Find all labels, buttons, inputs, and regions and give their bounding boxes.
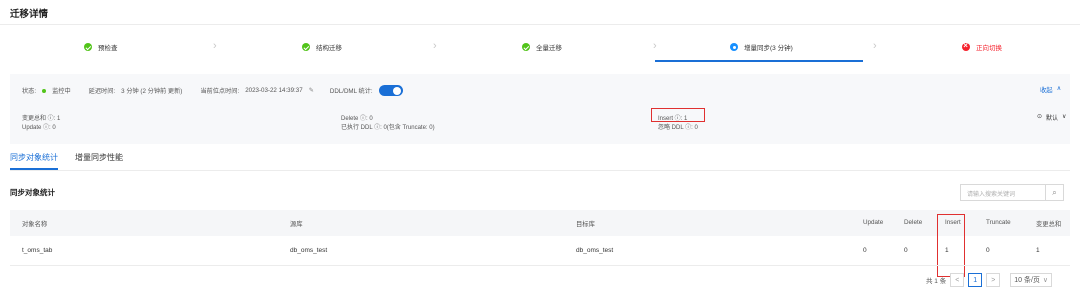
delay-value: 3 分钟 (2 分钟前 更新) [121, 88, 183, 95]
cell-object-name: t_oms_tab [22, 247, 53, 254]
col-delete: Delete [904, 219, 923, 226]
chevron-down-icon: ∨ [1062, 114, 1067, 120]
divider [0, 24, 1080, 25]
ddl-stats-label: DDL/DML 统计: [329, 88, 373, 95]
col-source-db: 源库 [290, 221, 303, 228]
row-divider [10, 265, 1070, 266]
tabs-divider [10, 170, 1070, 171]
insert-column-highlight-box [937, 214, 965, 277]
chevron-right-icon: › [873, 40, 877, 52]
pagination-total: 共 1 条 [926, 278, 947, 285]
status-row: 状态: 监控中 延迟时间: 3 分钟 (2 分钟前 更新) 当前位点时间: 20… [22, 85, 403, 96]
page-size-select[interactable]: 10 条/页 ∨ [1010, 273, 1053, 287]
status-label: 状态: [22, 88, 37, 95]
stat-update: Update ⓘ: 0 [22, 125, 56, 131]
step-label: 正向切换 [976, 45, 1002, 52]
col-update: Update [863, 219, 884, 226]
checkpoint-value: 2023-03-22 14:39:37 [245, 87, 303, 94]
active-step-underline [655, 60, 863, 62]
step-precheck: 预检查 [84, 42, 118, 52]
step-label: 预检查 [98, 45, 118, 52]
running-icon [730, 43, 738, 51]
page-title: 迁移详情 [10, 9, 49, 20]
chevron-down-icon: ∨ [1042, 277, 1049, 284]
step-incremental-sync[interactable]: 增量同步(3 分钟) [730, 42, 793, 52]
next-page-button[interactable]: > [986, 273, 1001, 287]
prev-page-button[interactable]: < [950, 273, 965, 287]
status-dot-icon [42, 88, 47, 93]
delay-label: 延迟时间: [88, 88, 116, 95]
step-full-migration: 全量迁移 [522, 42, 562, 52]
chevron-right-icon: › [213, 40, 217, 52]
search-icon[interactable]: ⌕ [1045, 184, 1063, 201]
stat-executed-ddl: 已执行 DDL ⓘ: 0(包含 Truncate: 0) [341, 125, 435, 131]
collapse-label: 收起 [1040, 87, 1053, 94]
step-label: 增量同步(3 分钟) [744, 45, 793, 52]
collapse-button[interactable]: 收起 ∧ [1040, 85, 1061, 94]
status-value: 监控中 [52, 88, 71, 95]
stat-ignored-ddl: 忽略 DDL ⓘ: 0 [658, 125, 698, 131]
page-size-value: 10 条/页 [1014, 277, 1040, 284]
cell-target-db: db_oms_test [576, 247, 614, 254]
cell-change-total: 1 [1036, 247, 1040, 254]
check-circle-icon [522, 43, 530, 51]
col-truncate: Truncate [986, 219, 1011, 226]
tab-incremental-sync-performance[interactable]: 增量同步性能 [75, 152, 123, 163]
step-label: 结构迁移 [316, 45, 342, 52]
col-object-name: 对象名称 [22, 221, 48, 228]
tab-sync-object-stats[interactable]: 同步对象统计 [10, 152, 58, 163]
default-dropdown[interactable]: ⊙ 默认 ∨ [1037, 113, 1066, 122]
col-target-db: 目标库 [576, 221, 595, 228]
step-label: 全量迁移 [536, 45, 562, 52]
error-circle-icon [962, 41, 970, 51]
check-circle-icon [302, 43, 310, 51]
default-label: 默认 [1046, 116, 1059, 122]
cell-insert: 1 [945, 247, 949, 254]
section-title: 同步对象统计 [10, 188, 55, 197]
chevron-right-icon: › [433, 40, 437, 52]
stat-delete: Delete ⓘ: 0 [341, 116, 373, 122]
cell-delete: 0 [904, 247, 908, 254]
cell-source-db: db_oms_test [290, 247, 328, 254]
chevron-up-icon: ∧ [1056, 85, 1062, 92]
ddl-stats-toggle[interactable] [378, 85, 403, 96]
cell-truncate: 0 [986, 247, 990, 254]
step-forward-switch: 正向切换 [962, 41, 1002, 52]
cell-update: 0 [863, 247, 867, 254]
col-change-total: 变更总和 [1036, 221, 1062, 228]
step-schema-migration: 结构迁移 [302, 42, 342, 52]
chevron-right-icon: › [653, 40, 657, 52]
stat-change-total: 变更总和 ⓘ: 1 [22, 116, 61, 122]
page-1-button[interactable]: 1 [968, 273, 983, 287]
clock-icon: ⊙ [1037, 114, 1043, 120]
edit-icon[interactable]: ✎ [309, 87, 314, 94]
search-box[interactable]: 请输入搜索关键词 ⌕ [960, 184, 1064, 201]
search-input[interactable]: 请输入搜索关键词 [967, 189, 1015, 198]
pagination: 共 1 条 < 1 > 10 条/页 ∨ [926, 273, 1053, 287]
checkpoint-label: 当前位点时间: [200, 88, 240, 95]
stat-insert: Insert ⓘ: 1 [658, 116, 688, 122]
check-circle-icon [84, 43, 92, 51]
